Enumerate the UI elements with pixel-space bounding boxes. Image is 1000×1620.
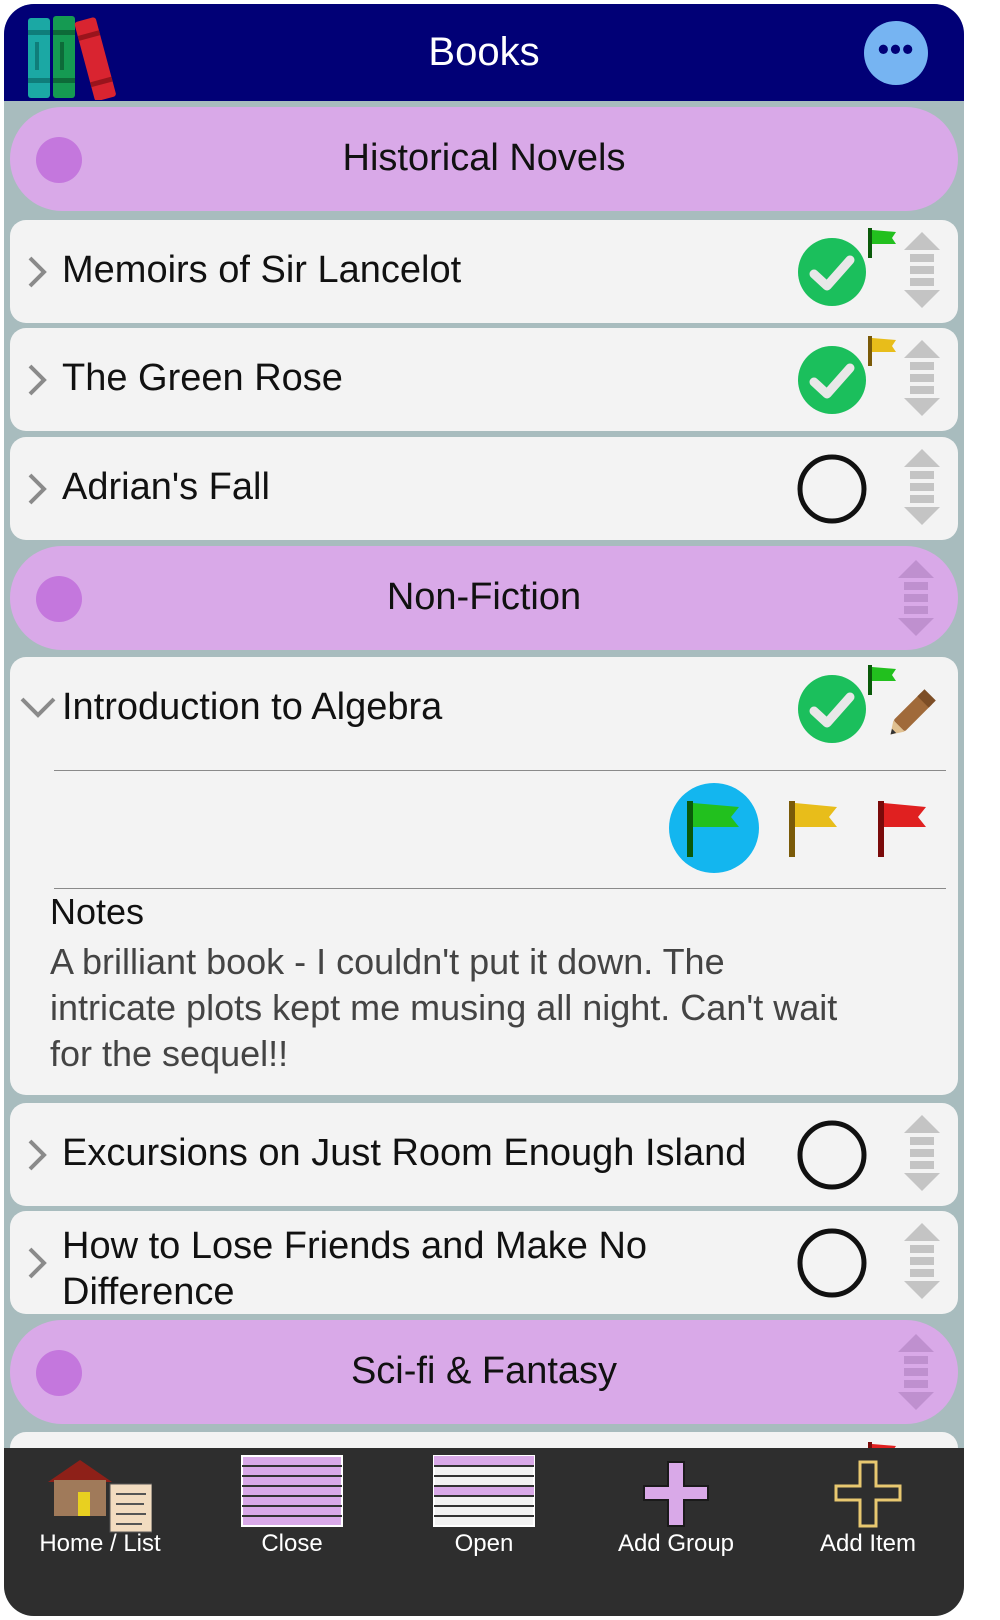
- book-list: Historical Novels Memoirs of Sir Lancelo…: [4, 101, 964, 1448]
- chevron-right-icon[interactable]: [24, 1135, 48, 1175]
- add-group-button[interactable]: Add Group: [580, 1448, 772, 1568]
- add-item-button[interactable]: Add Item: [772, 1448, 964, 1568]
- group-header-historical-novels[interactable]: Historical Novels: [10, 107, 958, 211]
- list-item[interactable]: The Green Rose: [10, 328, 958, 431]
- empty-circle-icon[interactable]: [794, 1225, 870, 1301]
- check-done-icon[interactable]: [794, 234, 870, 310]
- header-bar: Books •••: [4, 4, 964, 101]
- close-all-button[interactable]: Close: [196, 1448, 388, 1568]
- add-item-label: Add Item: [819, 1530, 917, 1557]
- chevron-right-icon[interactable]: [24, 1243, 48, 1283]
- home-list-icon: [48, 1460, 152, 1533]
- item-title: Memoirs of Sir Lancelot: [62, 249, 462, 291]
- reorder-handle-icon[interactable]: [902, 230, 942, 310]
- chevron-right-icon[interactable]: [24, 469, 48, 509]
- check-done-icon[interactable]: [794, 342, 870, 418]
- list-item-partial[interactable]: [10, 1432, 958, 1448]
- empty-circle-icon[interactable]: [794, 1117, 870, 1193]
- group-title: Historical Novels: [342, 137, 626, 179]
- more-options-button[interactable]: •••: [864, 21, 928, 85]
- group-title: Sci-fi & Fantasy: [350, 1350, 618, 1392]
- reorder-handle-icon[interactable]: [902, 338, 942, 418]
- reorder-handle-icon[interactable]: [896, 558, 936, 638]
- add-item-plus-icon: [834, 1460, 902, 1528]
- empty-circle-icon[interactable]: [794, 451, 870, 527]
- list-item-expanded[interactable]: Introduction to Algebra Notes A brillian…: [10, 657, 958, 1095]
- open-label: Open: [454, 1530, 514, 1557]
- bottom-toolbar: Home / List Close Open Add Group Add Ite…: [4, 1448, 964, 1616]
- reorder-handle-icon[interactable]: [902, 1113, 942, 1193]
- item-title: How to Lose Friends and Make No Differen…: [62, 1225, 648, 1313]
- check-done-icon[interactable]: [794, 671, 870, 747]
- yellow-flag-option-icon[interactable]: [771, 783, 861, 873]
- open-all-button[interactable]: Open: [388, 1448, 580, 1568]
- item-title: Introduction to Algebra: [62, 686, 443, 728]
- red-flag-icon: [868, 1442, 896, 1448]
- reorder-handle-icon[interactable]: [896, 1332, 936, 1412]
- chevron-down-icon[interactable]: [18, 695, 58, 719]
- list-item[interactable]: Adrian's Fall: [10, 437, 958, 540]
- home-list-button[interactable]: Home / List: [4, 1448, 196, 1568]
- group-title: Non-Fiction: [386, 576, 582, 618]
- item-title: Adrian's Fall: [62, 466, 270, 508]
- close-label: Close: [261, 1530, 323, 1557]
- green-flag-option-icon[interactable]: [669, 783, 759, 873]
- item-title: The Green Rose: [62, 357, 343, 399]
- add-group-plus-icon: [643, 1461, 709, 1527]
- list-item[interactable]: Memoirs of Sir Lancelot: [10, 220, 958, 323]
- notes-text[interactable]: A brilliant book - I couldn't put it dow…: [50, 939, 850, 1077]
- chevron-right-icon[interactable]: [24, 360, 48, 400]
- group-header-sci-fi-fantasy[interactable]: Sci-fi & Fantasy: [10, 1320, 958, 1424]
- list-item[interactable]: Excursions on Just Room Enough Island: [10, 1103, 958, 1206]
- collapsed-list-icon: [241, 1455, 343, 1527]
- group-header-non-fiction[interactable]: Non-Fiction: [10, 546, 958, 650]
- green-flag-icon: [868, 228, 896, 258]
- page-title: Books: [428, 30, 540, 74]
- home-list-label: Home / List: [39, 1530, 161, 1557]
- reorder-handle-icon[interactable]: [902, 1221, 942, 1301]
- chevron-right-icon[interactable]: [24, 252, 48, 292]
- expanded-list-icon: [433, 1455, 535, 1527]
- divider: [54, 770, 946, 771]
- pencil-edit-icon[interactable]: [886, 679, 946, 739]
- red-flag-option-icon[interactable]: [864, 783, 954, 873]
- app-window: Books ••• Historical Novels Memoirs of S…: [4, 4, 964, 1616]
- yellow-flag-icon: [868, 336, 896, 366]
- item-title: Excursions on Just Room Enough Island: [62, 1132, 747, 1174]
- add-group-label: Add Group: [617, 1530, 735, 1557]
- list-item[interactable]: How to Lose Friends and Make No Differen…: [10, 1211, 958, 1314]
- reorder-handle-icon[interactable]: [902, 447, 942, 527]
- notes-label: Notes: [50, 891, 145, 932]
- divider: [54, 888, 946, 889]
